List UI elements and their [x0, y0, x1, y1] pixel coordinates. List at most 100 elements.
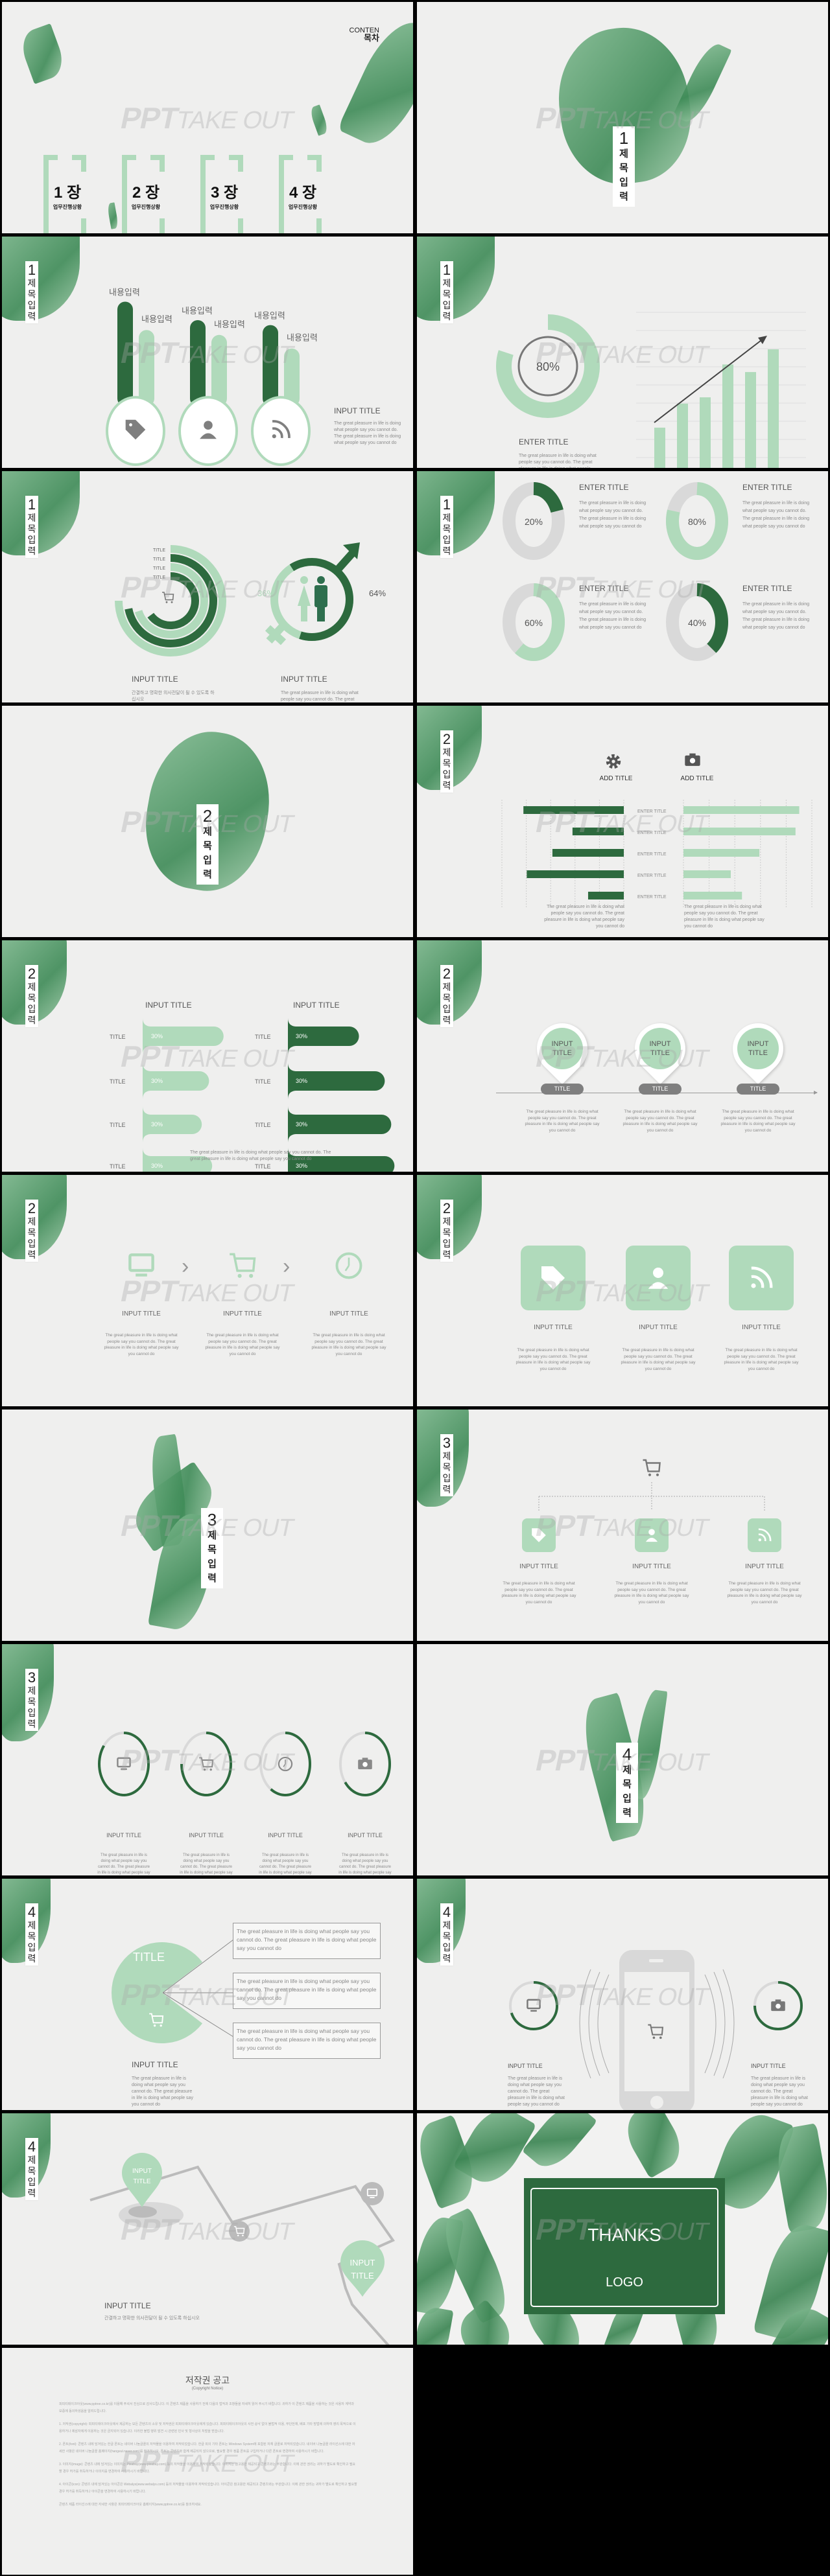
pin-item[interactable]: INPUT TITLE TITLE The great pleasure in li… — [517, 1012, 608, 1167]
tree-node[interactable] — [635, 1518, 669, 1552]
section-tag-char: 입 — [442, 1942, 451, 1953]
icon-tile[interactable] — [626, 1246, 691, 1310]
slide-section-4[interactable]: 4제목입력 PPTTAKE OUT — [417, 1644, 828, 1875]
slide-road-map[interactable]: 4제목입력 INPUT TITLE INPUT TITLE INPUT TITLE 간… — [2, 2113, 413, 2345]
slide-butterfly-bar[interactable]: 2제목입력 ADD TITLE ADD TITLE ENTER TITLE ENTER… — [417, 706, 828, 937]
chapter-item[interactable]: 2 장 업무진행상황 — [122, 155, 165, 233]
right-value: 30% — [296, 1033, 307, 1039]
donut-chart: 80% — [666, 482, 728, 560]
row-label: TITLE — [255, 1034, 271, 1040]
tree-node[interactable] — [522, 1518, 556, 1552]
slide-icon-tiles[interactable]: 2제목입력 INPUT TITLE The great pleasure in l… — [417, 1175, 828, 1406]
donut-title: ENTER TITLE — [579, 584, 629, 593]
slide-phone-diagram[interactable]: 4제목입력 INPUT TITLE The great pleasure in … — [417, 1879, 828, 2110]
slide-section-1[interactable]: 1제목입력 PPTTAKE OUT — [417, 2, 828, 233]
pin-item[interactable]: INPUT TITLE TITLE The great pleasure in li… — [615, 1012, 706, 1167]
section-tag-char: 제 — [442, 1216, 451, 1227]
slide-copyright[interactable]: 저작권 공고 (Copyright Notice) 피피티테이크아웃(www.p… — [2, 2348, 413, 2575]
left-caption: INPUT TITLE 간결하고 명확한 의사전달이 될 수 있도록 하십시오 — [132, 675, 216, 702]
bar — [654, 427, 665, 468]
row-label: ENTER TITLE — [637, 852, 667, 857]
tab-bar-chart: INPUT TITLE INPUT TITLE TITLE 30% TITLE 30% TI… — [110, 1001, 395, 1172]
section-tag-char: 목 — [619, 163, 628, 174]
slide-thermometer-chart[interactable]: 1제목입력 내용입력내용입력INPUT TITLE내용입력내용입력INPUT T… — [2, 237, 413, 468]
slide-section-3[interactable]: 3제목입력 PPTTAKE OUT — [2, 1410, 413, 1641]
right-caption: INPUT TITLE The great pleasure in life i… — [751, 2063, 809, 2108]
section-tag: 2제목입력 — [440, 965, 453, 1027]
copyright-paragraph: 2. 폰트(font): 콘텐츠 내에 담겨있는 한글 폰트는 네이버 나눔글꼴… — [59, 2443, 355, 2454]
ring-body: The great pleasure in life is doing what… — [338, 1853, 392, 1875]
cart-body — [162, 592, 174, 601]
signal-wave-left — [597, 1974, 610, 2074]
donut-caption: ENTER TITLE The great pleasure in life is… — [579, 483, 650, 531]
cart-wheel — [209, 1768, 212, 1771]
left-value: 30% — [151, 1033, 163, 1039]
chapter-item[interactable]: 1 장 업무진행상황 — [43, 155, 86, 233]
icon-tile[interactable] — [729, 1246, 794, 1310]
section-tag-char: 제 — [619, 148, 628, 159]
tile-title: INPUT TITLE — [534, 1324, 573, 1331]
slide-contents[interactable]: CONTEN 목차 1 장 업무진행상황 2 장 업무진행상황 3 장 업무진행상황 4 장… — [2, 2, 413, 233]
tile-title: INPUT TITLE — [639, 1324, 678, 1331]
node-title: INPUT TITLE — [745, 1563, 784, 1570]
tree-node[interactable] — [748, 1518, 781, 1552]
slide-pin-timeline[interactable]: 2제목입력 INPUT TITLE TITLE The great pleasure… — [417, 940, 828, 1172]
icon-tile[interactable] — [521, 1246, 586, 1310]
pin-body: The great pleasure in life is doing what… — [525, 1109, 600, 1133]
gauge-body: The great pleasure in life is doing what… — [519, 454, 597, 468]
section-tag-char: 제 — [27, 982, 36, 992]
donut-chart: 60% — [503, 583, 565, 662]
section-tag-char: 력 — [27, 1015, 36, 1025]
slide-thanks[interactable]: THANKS LOGO PPTTAKE OUT — [417, 2113, 828, 2345]
slide-process-flow[interactable]: 2제목입력 INPUT TITLE The great pleasure in l… — [2, 1175, 413, 1406]
chapter-item[interactable]: 4 장 업무진행상황 — [279, 155, 322, 233]
rss-dot — [751, 1283, 756, 1288]
callout-box[interactable]: The great pleasure in life is doing what… — [233, 1923, 381, 1959]
left-value: 30% — [151, 1163, 163, 1169]
right-bar — [683, 828, 796, 835]
pin-item[interactable]: INPUT TITLE TITLE The great pleasure in li… — [713, 1012, 803, 1167]
monitor-icon — [527, 1999, 541, 2012]
left-value: 30% — [151, 1121, 163, 1128]
bar-light — [139, 330, 154, 406]
tile-title: INPUT TITLE — [742, 1324, 781, 1331]
slide-tree-diagram[interactable]: 3제목입력 INPUT TITLE The great pleasure in l… — [417, 1410, 828, 1641]
chapter-item[interactable]: 3 장 업무진행상황 — [200, 155, 243, 233]
user-head — [653, 1268, 663, 1278]
pin-shadow-inner — [128, 2206, 157, 2218]
tag-hole — [534, 1531, 537, 1533]
tag-icon — [532, 1528, 546, 1542]
user-body — [648, 1282, 669, 1289]
contents-heading-ko: 목차 — [364, 33, 379, 43]
section-tag-char: 입 — [442, 1473, 451, 1483]
cart-wheel — [656, 1473, 659, 1476]
node-body: The great pleasure in life is doing what… — [501, 1581, 576, 1605]
right-bar — [683, 849, 760, 857]
callout-box[interactable]: The great pleasure in life is doing what… — [233, 2023, 381, 2059]
slide-tab-bars[interactable]: 2제목입력 INPUT TITLE INPUT TITLE TITLE 30% TITL… — [2, 940, 413, 1172]
left-value: 30% — [151, 1078, 163, 1084]
slide-pacman-callout[interactable]: 4제목입력 TITLE The great pleasure in life i… — [2, 1879, 413, 2110]
small-leaf-image — [308, 104, 330, 136]
bar-label-dark: 내용입력 — [109, 288, 140, 297]
road-caption: INPUT TITLE 간결하고 명확한 의사전달이 될 수 있도록 하십시오 — [104, 2301, 208, 2322]
section-tag-char: 력 — [203, 869, 212, 880]
section-tag-char: 목 — [442, 1462, 451, 1472]
slide-section-2[interactable]: 2제목입력 PPTTAKE OUT — [2, 706, 413, 937]
left-title: INPUT TITLE — [508, 2063, 543, 2069]
section-tag: 4제목입력 — [25, 2138, 38, 2200]
slide-donut-grid[interactable]: 1제목입력 20% ENTER TITLE The great pleasure i… — [417, 471, 828, 702]
copyright-paragraph: 피피티테이크아웃(www.pptree.co.kr)를 이용해 주셔서 진심으로… — [59, 2402, 355, 2413]
section-tag-char: 력 — [442, 1953, 451, 1964]
callout-box[interactable]: The great pleasure in life is doing what… — [233, 1973, 381, 2009]
section-tag-char: 제 — [442, 982, 451, 992]
slide-radial-gender[interactable]: 1제목입력 TITLE TITLE TITLE TITLE 36% 64% INPUT T… — [2, 471, 413, 702]
slide-growth-chart[interactable]: 1제목입력 80%010203040506 ENTER TITLE The gr… — [417, 237, 828, 468]
section-tag-char: 목 — [442, 1227, 451, 1238]
rss-dot — [758, 1538, 761, 1542]
right-value: 30% — [296, 1078, 307, 1084]
node-body: The great pleasure in life is doing what… — [614, 1581, 689, 1605]
gauge-title: ENTER TITLE — [519, 437, 569, 447]
slide-ring-icons[interactable]: 3제목입력 INPUT TITLE The great pleasure in l… — [2, 1644, 413, 1875]
side-title: INPUT TITLE — [334, 406, 381, 415]
